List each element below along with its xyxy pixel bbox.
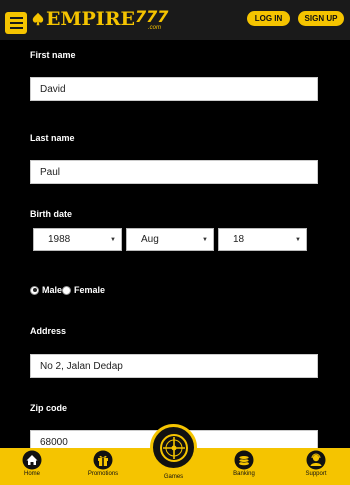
- male-radio[interactable]: [30, 285, 39, 295]
- chevron-down-icon: ▼: [110, 237, 116, 243]
- male-label: Male: [42, 285, 63, 295]
- login-button[interactable]: LOG IN: [247, 11, 290, 26]
- brand-logo[interactable]: EMPIRE 777 .com: [31, 6, 168, 32]
- menu-bar: [9, 22, 23, 24]
- top-header: EMPIRE 777 .com LOG IN SIGN UP: [0, 0, 350, 40]
- spade-icon: [32, 12, 44, 26]
- first-name-field[interactable]: David: [30, 77, 318, 101]
- nav-support-label: Support: [305, 471, 327, 477]
- birth-day-select[interactable]: 18 ▼: [218, 228, 307, 251]
- first-name-label: First name: [30, 50, 76, 60]
- birth-date-label: Birth date: [30, 209, 73, 219]
- chevron-down-icon: ▼: [295, 237, 301, 243]
- nav-promotions[interactable]: Promotions: [84, 448, 122, 485]
- gift-icon: [93, 450, 113, 470]
- address-label: Address: [30, 326, 67, 336]
- support-agent-icon: [306, 450, 326, 470]
- last-name-label: Last name: [30, 133, 75, 143]
- hamburger-menu-button[interactable]: [5, 12, 27, 34]
- registration-page: EMPIRE 777 .com LOG IN SIGN UP First nam…: [0, 0, 350, 485]
- home-icon: [22, 450, 42, 470]
- birth-month-select[interactable]: Aug ▼: [126, 228, 214, 251]
- nav-home[interactable]: Home: [18, 448, 46, 485]
- coins-icon: [234, 450, 254, 470]
- birth-year-value: 1988: [48, 234, 71, 245]
- nav-games-button[interactable]: [150, 424, 197, 471]
- gender-radio-group: Male Female: [30, 284, 105, 296]
- nav-banking[interactable]: Banking: [230, 448, 258, 485]
- birth-year-select[interactable]: 1988 ▼: [33, 228, 122, 251]
- birth-day-value: 18: [233, 234, 245, 245]
- female-radio[interactable]: [62, 285, 72, 295]
- radio-selected-dot: [32, 288, 37, 292]
- menu-bar: [9, 17, 23, 19]
- birth-month-value: Aug: [141, 234, 159, 245]
- last-name-field[interactable]: Paul: [30, 160, 318, 184]
- logo-number: 777: [134, 7, 169, 26]
- female-label: Female: [74, 285, 106, 295]
- nav-support[interactable]: Support: [302, 448, 330, 485]
- nav-promotions-label: Promotions: [87, 471, 119, 477]
- logo-suffix: .com: [148, 25, 162, 31]
- zip-code-label: Zip code: [30, 403, 68, 413]
- menu-bar: [9, 27, 23, 29]
- nav-banking-label: Banking: [233, 471, 255, 477]
- logo-word: EMPIRE: [46, 7, 135, 30]
- chevron-down-icon: ▼: [202, 237, 208, 243]
- signup-button[interactable]: SIGN UP: [298, 11, 344, 26]
- address-field[interactable]: No 2, Jalan Dedap: [30, 354, 318, 378]
- roulette-icon: [159, 433, 188, 462]
- nav-games-label: Games: [163, 474, 184, 480]
- nav-home-label: Home: [23, 471, 40, 477]
